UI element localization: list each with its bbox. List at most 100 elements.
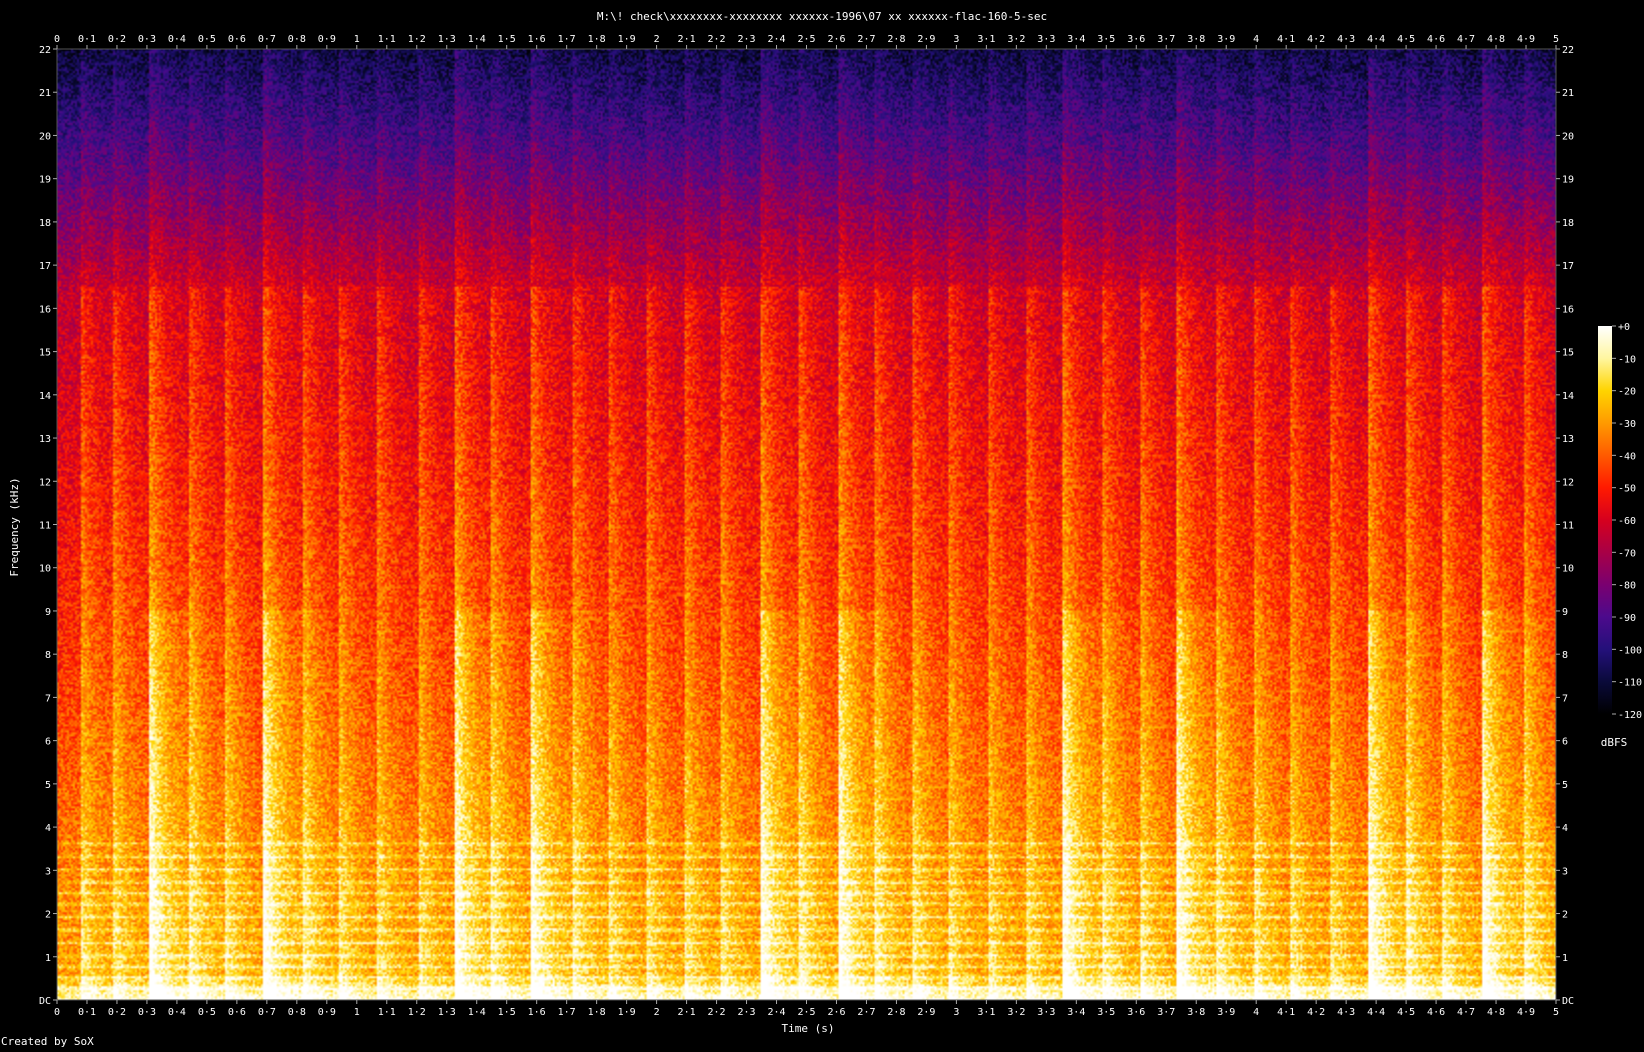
colorbar-tick-label: -120	[1618, 710, 1642, 721]
x-tick-label-bottom: 3·6	[1127, 1007, 1145, 1018]
colorbar-tick-label: -30	[1618, 419, 1636, 430]
colorbar-tick-label: -60	[1618, 516, 1636, 527]
y-tick-label-right: 10	[1562, 564, 1574, 575]
y-tick-label-right: 8	[1562, 650, 1568, 661]
y-tick-label-right: 17	[1562, 261, 1574, 272]
x-tick-label-bottom: 3	[953, 1007, 959, 1018]
y-tick-label-left: 1	[45, 953, 51, 964]
x-tick-label-top: 0·2	[108, 34, 126, 45]
x-tick-label-top: 3·5	[1097, 34, 1115, 45]
x-tick-label-bottom: 4	[1253, 1007, 1259, 1018]
y-tick-label-left: 13	[39, 434, 51, 445]
x-tick-label-top: 1·6	[528, 34, 546, 45]
y-tick-label-right: 12	[1562, 477, 1574, 488]
y-tick-label-left: 21	[39, 88, 51, 99]
colorbar-tick-label: -80	[1618, 581, 1636, 592]
y-tick-label-right: 2	[1562, 910, 1568, 921]
y-tick-label-right: 13	[1562, 434, 1574, 445]
x-tick-label-top: 4·9	[1517, 34, 1535, 45]
x-tick-label-bottom: 1·4	[468, 1007, 486, 1018]
x-tick-label-bottom: 4·2	[1307, 1007, 1325, 1018]
x-tick-label-bottom: 0	[54, 1007, 60, 1018]
x-tick-label-top: 2·3	[738, 34, 756, 45]
x-tick-label-bottom: 2·2	[708, 1007, 726, 1018]
x-tick-label-top: 0·5	[198, 34, 216, 45]
x-tick-label-bottom: 0·7	[258, 1007, 276, 1018]
x-tick-label-bottom: 1·5	[498, 1007, 516, 1018]
x-tick-label-top: 1·5	[498, 34, 516, 45]
y-tick-label-left: 19	[39, 175, 51, 186]
x-tick-label-top: 2	[654, 34, 660, 45]
x-tick-label-top: 0	[54, 34, 60, 45]
x-tick-label-bottom: 1·7	[558, 1007, 576, 1018]
x-tick-label-top: 3·8	[1187, 34, 1205, 45]
x-tick-label-top: 0·8	[288, 34, 306, 45]
y-tick-label-right: 9	[1562, 607, 1568, 618]
x-tick-label-bottom: 0·6	[228, 1007, 246, 1018]
colorbar-label: dBFS	[1601, 736, 1628, 749]
x-tick-label-top: 0·6	[228, 34, 246, 45]
y-tick-label-left: 17	[39, 261, 51, 272]
y-tick-label-left: 10	[39, 564, 51, 575]
x-tick-label-bottom: 1·1	[378, 1007, 396, 1018]
x-tick-label-bottom: 2·9	[917, 1007, 935, 1018]
y-tick-label-right: 11	[1562, 521, 1574, 532]
colorbar-tick-label: -20	[1618, 387, 1636, 398]
x-tick-label-bottom: 0·9	[318, 1007, 336, 1018]
y-tick-label-right: 15	[1562, 348, 1574, 359]
x-tick-label-top: 1·1	[378, 34, 396, 45]
x-tick-label-top: 4·1	[1277, 34, 1295, 45]
x-tick-label-bottom: 3·5	[1097, 1007, 1115, 1018]
x-tick-label-bottom: 0·4	[168, 1007, 186, 1018]
x-tick-label-bottom: 0·1	[78, 1007, 96, 1018]
y-tick-label-left: 18	[39, 218, 51, 229]
y-tick-label-left: DC	[39, 996, 51, 1007]
x-tick-label-top: 0·1	[78, 34, 96, 45]
y-tick-label-left: 7	[45, 693, 51, 704]
y-tick-label-left: 3	[45, 866, 51, 877]
x-tick-label-top: 2·1	[678, 34, 696, 45]
x-tick-label-bottom: 4·4	[1367, 1007, 1385, 1018]
x-tick-label-bottom: 1	[354, 1007, 360, 1018]
y-tick-label-right: 7	[1562, 693, 1568, 704]
colorbar-tick-label: -110	[1618, 678, 1642, 689]
y-tick-label-left: 11	[39, 521, 51, 532]
x-tick-label-bottom: 3·7	[1157, 1007, 1175, 1018]
x-tick-label-bottom: 3·8	[1187, 1007, 1205, 1018]
x-tick-label-bottom: 1·9	[618, 1007, 636, 1018]
x-tick-label-top: 2·6	[827, 34, 845, 45]
x-tick-label-top: 3·2	[1007, 34, 1025, 45]
x-tick-label-bottom: 0·8	[288, 1007, 306, 1018]
x-tick-label-bottom: 4·9	[1517, 1007, 1535, 1018]
x-tick-label-bottom: 0·2	[108, 1007, 126, 1018]
x-tick-label-bottom: 3·3	[1037, 1007, 1055, 1018]
x-tick-label-bottom: 0·3	[138, 1007, 156, 1018]
x-tick-label-bottom: 3·9	[1217, 1007, 1235, 1018]
x-tick-label-top: 2·9	[917, 34, 935, 45]
x-tick-label-top: 3·9	[1217, 34, 1235, 45]
x-tick-label-top: 4·4	[1367, 34, 1385, 45]
spectrogram-heatmap	[57, 49, 1556, 1000]
y-tick-label-right: 4	[1562, 823, 1568, 834]
y-tick-label-right: 19	[1562, 175, 1574, 186]
spectrogram-figure: M:\! check\xxxxxxxx-xxxxxxxx xxxxxx-1996…	[0, 0, 1644, 1048]
y-tick-label-left: 15	[39, 348, 51, 359]
x-tick-label-top: 3·3	[1037, 34, 1055, 45]
x-tick-label-bottom: 4·3	[1337, 1007, 1355, 1018]
y-tick-label-left: 22	[39, 45, 51, 56]
x-tick-label-top: 5	[1553, 34, 1559, 45]
y-tick-label-right: 6	[1562, 737, 1568, 748]
y-tick-label-right: 20	[1562, 131, 1574, 142]
x-tick-label-bottom: 3·1	[977, 1007, 995, 1018]
x-tick-label-bottom: 1·6	[528, 1007, 546, 1018]
x-tick-label-bottom: 2·5	[797, 1007, 815, 1018]
x-tick-label-top: 0·4	[168, 34, 186, 45]
x-tick-label-bottom: 2·8	[887, 1007, 905, 1018]
x-tick-label-bottom: 2·7	[857, 1007, 875, 1018]
x-tick-label-bottom: 5	[1553, 1007, 1559, 1018]
x-tick-label-top: 4·7	[1457, 34, 1475, 45]
y-tick-label-right: 21	[1562, 88, 1574, 99]
x-tick-label-top: 4·5	[1397, 34, 1415, 45]
x-tick-label-bottom: 4·8	[1487, 1007, 1505, 1018]
colorbar-tick-label: -40	[1618, 451, 1636, 462]
